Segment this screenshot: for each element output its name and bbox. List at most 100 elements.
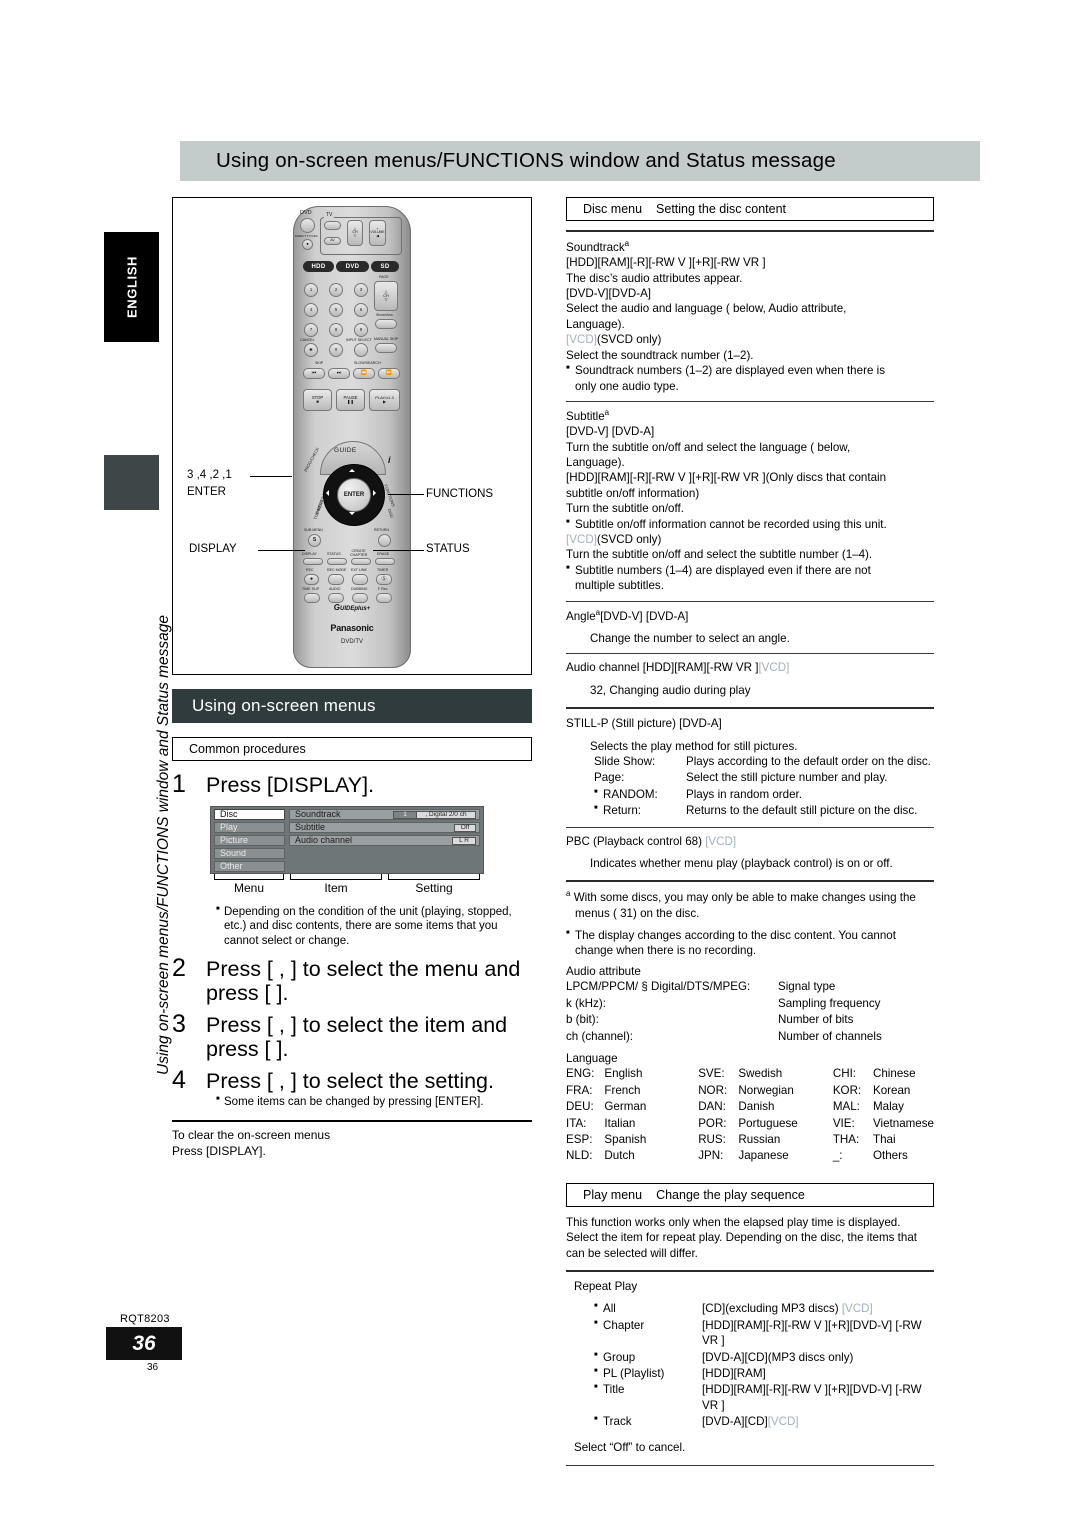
language-row: ENG: English SVE: Swedish CHI: Chinese xyxy=(566,1066,934,1082)
remote-num-2-button[interactable]: 2 xyxy=(329,283,343,297)
audio-attribute-val-0: Signal type xyxy=(778,980,836,994)
osd-menu-item-play[interactable]: Play xyxy=(214,821,285,833)
remote-skip-back-button[interactable]: ⏮ xyxy=(303,368,325,379)
remote-tv-power-button[interactable] xyxy=(324,221,341,230)
remote-pause-button[interactable]: PAUSE ❚❚ xyxy=(336,389,365,411)
osd-menu-item-sound[interactable]: Sound xyxy=(214,847,285,859)
still-p-intro: Selects the play method for still pictur… xyxy=(590,739,798,753)
language-row: NLD: Dutch JPN: Japanese _: Others xyxy=(566,1148,934,1164)
remote-input-select-button[interactable] xyxy=(354,343,368,357)
osd-menu-item-other[interactable]: Other xyxy=(214,860,285,872)
remote-stop-button[interactable]: STOP ■ xyxy=(303,389,332,411)
remote-showview-button[interactable] xyxy=(375,319,397,329)
remote-num-5-button[interactable]: 5 xyxy=(329,303,343,317)
repeat-play-val-track-text: [DVD-A][CD] xyxy=(702,1415,768,1429)
repeat-play-key-track: Track xyxy=(566,1414,702,1430)
remote-timer-button[interactable]: Ⓢ xyxy=(376,574,392,585)
remote-search-forward-button[interactable]: ⏩ xyxy=(378,368,400,379)
remote-power-dvd-button[interactable] xyxy=(300,218,315,233)
osd-menu-item-picture[interactable]: Picture xyxy=(214,834,285,846)
remote-status-button[interactable] xyxy=(327,558,347,565)
language-tab: ENGLISH xyxy=(104,232,159,342)
osd-row-subtitle[interactable]: Subtitle Off xyxy=(289,821,480,833)
audio-channel-heading-line: Audio channel [HDD][RAM][-RW VR ][VCD] xyxy=(566,660,934,675)
remote-num-9-button[interactable]: 9 xyxy=(354,323,368,337)
remote-enter-button[interactable]: ENTER xyxy=(337,478,371,512)
remote-cancel-button[interactable]: ✱ xyxy=(304,343,318,357)
audio-channel-block: Audio channel [HDD][RAM][-RW VR ][VCD] 3… xyxy=(566,660,934,698)
guide-plus-logo: GUIDEplus+ xyxy=(333,603,371,612)
remote-sub-menu-button[interactable]: S xyxy=(308,534,321,547)
remote-label-slow-search: SLOW/SEARCH xyxy=(354,361,381,365)
remote-channel-rocker[interactable]: △ CH ▽ xyxy=(347,220,363,246)
page-title: Using on-screen menus/FUNCTIONS window a… xyxy=(216,149,836,172)
disc-menu-header: Disc menu Setting the disc content xyxy=(566,197,934,221)
step-3-line1: Press [ , ] to select the item and xyxy=(206,1012,508,1037)
remote-num-7-button[interactable]: 7 xyxy=(304,323,318,337)
remote-rec-mode-button[interactable] xyxy=(328,574,344,585)
remote-av-button[interactable]: AV xyxy=(324,237,341,245)
remote-num-6-button[interactable]: 6 xyxy=(354,303,368,317)
remote-volume-rocker[interactable]: + VOLUME ◀ xyxy=(369,220,386,246)
still-p-row-slideshow: Slide Show: Plays according to the defau… xyxy=(566,754,934,770)
remote-label-dvd: DVD xyxy=(300,210,312,216)
still-p-key-slideshow: Slide Show: xyxy=(594,754,656,768)
play-menu-intro-l2: Select the item for repeat play. Dependi… xyxy=(566,1231,918,1245)
brace-menu xyxy=(214,873,284,880)
remote-direct-tv-rec-button[interactable]: ● xyxy=(302,239,313,250)
remote-dubbing-button[interactable] xyxy=(352,593,368,603)
remote-num-0-button[interactable]: 0 xyxy=(329,343,343,357)
repeat-play-val-pl: [HDD][RAM] xyxy=(702,1367,766,1380)
remote-time-slip-button[interactable] xyxy=(304,593,320,603)
osd-row-audio-channel[interactable]: Audio channel L R xyxy=(289,834,480,846)
remote-num-4-button[interactable]: 4 xyxy=(304,303,318,317)
remote-mode-sd-button[interactable]: SD xyxy=(371,261,399,272)
remote-page-ch-rocker[interactable]: △ CH ▽ xyxy=(374,281,398,311)
remote-manual-skip-button[interactable] xyxy=(375,343,397,353)
remote-return-button[interactable] xyxy=(378,534,391,547)
remote-label-disc: DISC xyxy=(386,508,395,519)
remote-mode-hdd-button[interactable]: HDD xyxy=(303,261,334,272)
remote-label-cancel: CANCEL xyxy=(300,338,315,342)
step-1-number: 1 xyxy=(172,770,186,798)
footnote-a-text1: With some discs, you may only be able to… xyxy=(573,891,916,905)
remote-info-icon[interactable]: i xyxy=(388,455,391,465)
lang-name-5-2: Others xyxy=(872,1149,908,1163)
lang-name-1-1: Norwegian xyxy=(738,1083,794,1097)
remote-create-chapter-button[interactable] xyxy=(351,558,371,565)
subsection-common-procedures: Common procedures xyxy=(172,737,532,761)
osd-menu-item-disc[interactable]: Disc xyxy=(214,808,285,820)
subtitle-l8: Turn the subtitle on/off and select the … xyxy=(566,548,873,562)
subtitle-l1: [DVD-V] [DVD-A] xyxy=(566,425,655,439)
remote-num-1-button[interactable]: 1 xyxy=(304,283,318,297)
page-number-box: 36 xyxy=(106,1327,182,1360)
remote-erase-button[interactable] xyxy=(375,558,395,565)
remote-audio-button[interactable] xyxy=(328,593,344,603)
remote-ext-link-button[interactable] xyxy=(352,574,368,585)
section-header-label: Using on-screen menus xyxy=(192,696,376,715)
remote-skip-forward-button[interactable]: ⏭ xyxy=(328,368,350,379)
soundtrack-l3: [DVD-V][DVD-A] xyxy=(566,287,652,301)
remote-num-8-button[interactable]: 8 xyxy=(329,323,343,337)
pbc-heading: PBC (Playback control 68) xyxy=(566,834,706,848)
remote-num-3-button[interactable]: 3 xyxy=(354,283,368,297)
remote-display-button[interactable] xyxy=(303,558,323,565)
osd-caption-item: Item xyxy=(324,880,348,895)
remote-play-icon: ▶ xyxy=(382,399,387,404)
repeat-play-key-all-text: All xyxy=(594,1301,616,1316)
lang-name-3-0: Italian xyxy=(604,1116,636,1130)
remote-f-rec-button[interactable] xyxy=(376,593,392,603)
soundtrack-l1: [HDD][RAM][-R][-RW V ][+R][-RW VR ] xyxy=(566,256,766,270)
step-4-note: Some items can be changed by pressing [E… xyxy=(216,1095,534,1110)
osd-row-soundtrack[interactable]: Soundtrack 1 , Digital 2/0 ch xyxy=(289,808,480,820)
soundtrack-heading-line: Soundtracka xyxy=(566,239,934,255)
remote-slow-rewind-button[interactable]: ⏪ xyxy=(353,368,375,379)
soundtrack-vcd-tag: [VCD] xyxy=(566,333,597,347)
remote-rec-button[interactable]: ● xyxy=(304,574,319,585)
remote-mode-dvd-button[interactable]: DVD xyxy=(336,261,369,272)
remote-play-button[interactable]: PLAY/x1.3 ▶ xyxy=(369,389,400,411)
osd-row-audio-channel-value: L R xyxy=(452,836,476,845)
audio-attribute-val-2: Number of bits xyxy=(778,1013,854,1027)
lang-name-4-0: Spanish xyxy=(604,1132,647,1146)
play-menu-subtitle: Change the play sequence xyxy=(656,1187,805,1202)
